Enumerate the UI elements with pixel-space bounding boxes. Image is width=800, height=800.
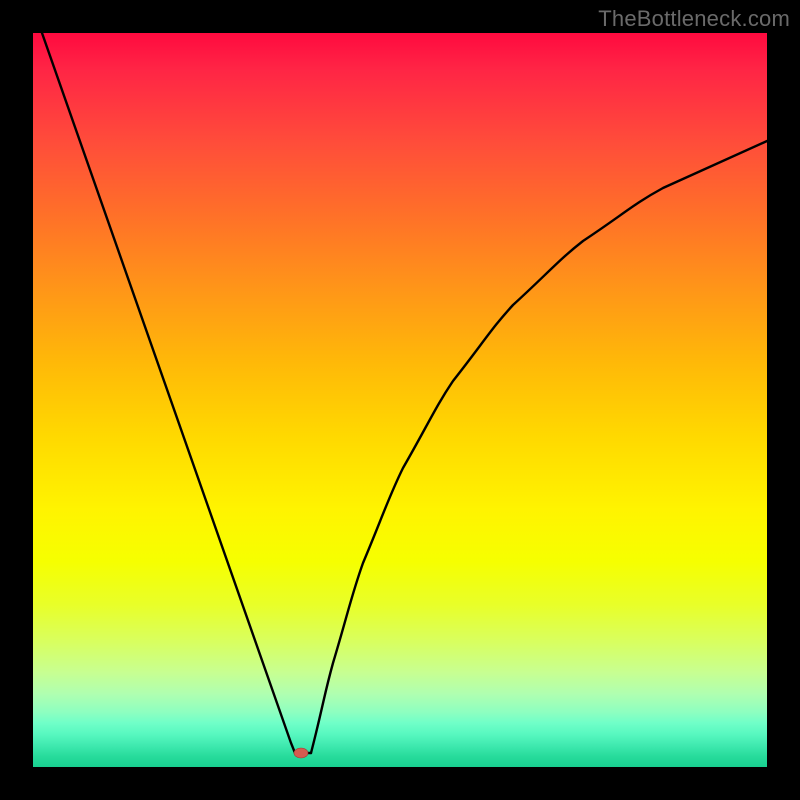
left-curve	[42, 33, 295, 753]
minimum-marker	[294, 748, 308, 758]
curve-layer	[33, 33, 767, 767]
plot-area	[33, 33, 767, 767]
chart-frame: TheBottleneck.com	[0, 0, 800, 800]
watermark-text: TheBottleneck.com	[598, 6, 790, 32]
right-curve	[311, 141, 767, 753]
